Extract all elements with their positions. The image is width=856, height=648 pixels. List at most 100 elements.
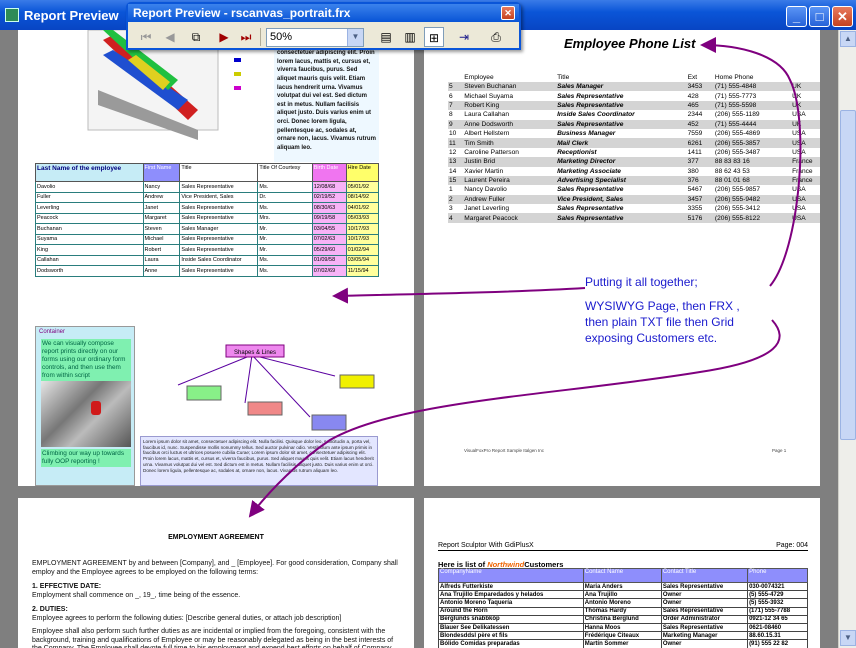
column-header: Employee xyxy=(464,73,494,81)
table-cell: Sales Representative xyxy=(556,119,687,129)
table-cell: 2 xyxy=(448,194,464,205)
close-preview-button[interactable]: ⇥ xyxy=(454,27,474,47)
two-page-view-button[interactable]: ▥ xyxy=(400,27,420,47)
column-header: Contact Title xyxy=(660,568,749,583)
table-cell: 09/19/58 xyxy=(311,212,347,224)
scroll-down-button[interactable]: ▼ xyxy=(840,630,856,646)
table-row: Bólido Comidas preparadas Martín Sommer Ow… xyxy=(438,639,808,648)
table-cell: Sales Manager xyxy=(556,82,687,92)
container-label: Container xyxy=(39,329,66,335)
shapes-label: Shapes & Lines xyxy=(234,350,276,356)
app-icon xyxy=(5,8,19,22)
table-row: 15 Laurent Pereira Advertising Specialist 3… xyxy=(448,175,820,186)
table-cell: Sales Representative xyxy=(660,622,749,633)
printer-icon: ⎙ xyxy=(491,30,501,44)
table-row: 9 Anne Dodsworth Sales Representative 452 (7… xyxy=(448,119,820,129)
column-header: Ext xyxy=(687,73,698,81)
table-cell: Owner xyxy=(660,590,749,600)
phone-list-title: Employee Phone List xyxy=(564,36,696,51)
one-page-view-button[interactable]: ▤ xyxy=(376,27,396,47)
table-cell: 8 xyxy=(449,111,453,119)
next-page-button[interactable]: ▶ xyxy=(214,27,234,47)
toolbar-window-titlebar[interactable]: Report Preview - rscanvas_portrait.frx ✕ xyxy=(128,4,519,22)
table-cell: 377 xyxy=(686,157,714,167)
table-cell: Sales Manager xyxy=(179,223,259,235)
table-cell: 05/01/92 xyxy=(345,181,380,193)
two-pages-icon: ▥ xyxy=(404,30,416,44)
table-cell: France xyxy=(791,175,820,186)
table-cell: Sales Representative xyxy=(557,205,624,213)
one-page-icon: ▤ xyxy=(380,30,392,44)
vertical-scrollbar[interactable]: ▲ ▼ xyxy=(838,30,856,648)
table-cell: 3457 xyxy=(686,194,714,205)
close-icon: ✕ xyxy=(837,9,848,24)
scroll-thumb[interactable] xyxy=(840,110,856,440)
chevron-down-icon[interactable]: ▼ xyxy=(347,29,363,46)
scroll-up-button[interactable]: ▲ xyxy=(840,31,856,47)
red-box xyxy=(247,401,283,416)
table-row: 11 Tim Smith Mail Clerk 6261 (206) 555-3857 U… xyxy=(448,138,820,148)
table-row: Fuller Andrew Vice President, Sales Dr. 02/1… xyxy=(35,191,380,203)
previous-page-icon: ◀ xyxy=(165,30,175,44)
go-to-page-button[interactable]: ⧉ xyxy=(186,27,206,47)
table-cell: Buchanan xyxy=(35,223,144,235)
table-row: Ana Trujillo Emparedados y helados Ana Tr… xyxy=(438,590,808,600)
table-row: Davolio Nancy Sales Representative Ms. 12/08… xyxy=(35,181,380,193)
close-button[interactable]: ✕ xyxy=(832,6,853,27)
preview-page-1[interactable]: ultrices posuere cubilia Cura Lorem ipsu… xyxy=(18,30,414,486)
table-cell: (206) 555-3412 xyxy=(714,205,761,213)
table-cell: Anne xyxy=(142,265,181,277)
page4-header-right: Page: 004 xyxy=(776,542,808,549)
toolbar-close-button[interactable]: ✕ xyxy=(501,6,515,20)
table-cell: 08/14/92 xyxy=(345,191,380,203)
table-cell: Bólido Comidas preparadas xyxy=(438,639,584,648)
preview-page-4[interactable]: Report Sculptor With GdiPlusX Page: 004 … xyxy=(424,498,820,648)
table-cell: (206) 555-4869 xyxy=(714,130,761,138)
table-cell: 88 01 01 68 xyxy=(713,175,792,186)
print-button[interactable]: ⎙ xyxy=(486,27,506,47)
previous-page-button[interactable]: ◀ xyxy=(160,27,180,47)
table-cell: Davolio xyxy=(35,181,144,193)
table-cell: Hanna Moos xyxy=(582,622,662,633)
employees-table: Last Name of the employee First Name Title… xyxy=(35,163,380,277)
table-row: 3 Janet Leverling Sales Representative 3355… xyxy=(448,204,820,213)
table-cell: USA xyxy=(792,130,806,138)
minimize-button[interactable]: _ xyxy=(786,6,807,27)
table-cell: Order Administrator xyxy=(660,614,749,624)
green-box xyxy=(186,385,222,401)
report-preview-toolbar-window[interactable]: Report Preview - rscanvas_portrait.frx ✕… xyxy=(126,2,521,50)
preview-page-3[interactable]: EMPLOYMENT AGREEMENT EMPLOYMENT AGREEMEN… xyxy=(18,498,414,648)
maximize-icon: □ xyxy=(815,9,824,24)
table-cell: Marketing Associate xyxy=(557,167,621,175)
first-page-button[interactable]: ⏮ xyxy=(136,27,156,47)
table-cell: Blondesddsl père et fils xyxy=(438,631,584,641)
column-header xyxy=(448,72,463,82)
table-cell: 12/08/68 xyxy=(311,181,347,193)
maximize-button[interactable]: □ xyxy=(809,6,830,27)
table-cell: 01/02/94 xyxy=(345,244,380,256)
table-cell: Anne Dodsworth xyxy=(463,119,557,129)
table-cell: Sales Representative xyxy=(660,581,749,592)
last-page-icon: ⏭ xyxy=(240,30,252,44)
zoom-dropdown[interactable]: 50% ▼ xyxy=(266,28,364,47)
last-page-button[interactable]: ⏭ xyxy=(236,27,256,47)
table-cell: USA xyxy=(792,111,806,119)
toolbar-window-title: Report Preview - rscanvas_portrait.frx xyxy=(133,6,351,20)
four-page-view-button[interactable]: ⊞ xyxy=(424,27,444,47)
phone-list-table: Employee Title Ext Home Phone 5 Steven Bucha… xyxy=(448,72,820,223)
table-cell: (171) 555-7788 xyxy=(747,606,808,616)
table-cell: UK xyxy=(791,119,820,129)
table-cell: (206) 555-9482 xyxy=(713,194,792,205)
table-cell: Berglunds snabbköp xyxy=(438,614,584,624)
preview-page-2[interactable]: Employee Phone List Employee Title Ext Home… xyxy=(424,30,820,486)
table-cell: (5) 555-4729 xyxy=(747,590,808,600)
minimize-icon: _ xyxy=(792,9,801,24)
table-cell: France xyxy=(792,167,813,175)
table-cell: 15 xyxy=(448,175,464,186)
table-cell: 5467 xyxy=(687,186,703,194)
column-header xyxy=(791,72,820,82)
table-cell: Callahan xyxy=(35,254,144,266)
window-title: Report Preview xyxy=(24,8,119,23)
table-cell: Margaret xyxy=(142,212,181,224)
table-cell: 5176 xyxy=(686,213,714,223)
